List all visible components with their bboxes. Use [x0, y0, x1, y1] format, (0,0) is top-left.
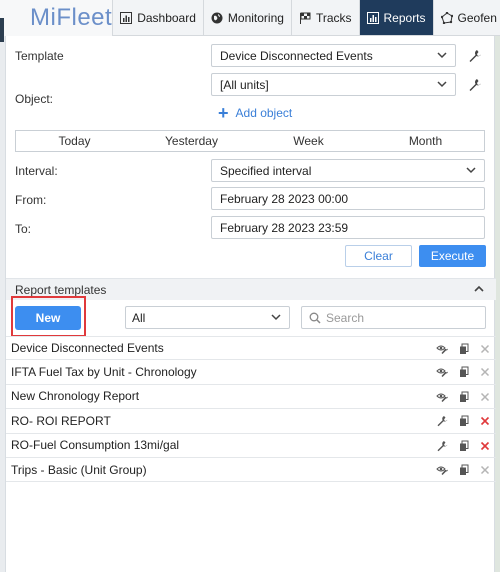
wrench-icon[interactable] — [468, 78, 482, 92]
copy-icon[interactable] — [458, 343, 470, 355]
template-list: Device Disconnected Events IFTA Fuel Tax … — [6, 336, 496, 483]
delete-icon[interactable] — [479, 391, 491, 403]
nav-reports[interactable]: Reports — [358, 0, 433, 35]
wrench-icon[interactable] — [436, 415, 448, 427]
to-label: To: — [15, 222, 32, 236]
chevron-up-icon[interactable] — [474, 285, 484, 293]
period-selector: Today Yesterday Week Month — [15, 130, 485, 152]
nav-reports-label: Reports — [383, 10, 426, 25]
nav-monitoring[interactable]: Monitoring — [202, 0, 291, 35]
top-navigation: MiFleet Dashboard Monitoring Tracks Repo… — [0, 0, 500, 42]
add-object-link[interactable]: + Add object — [218, 104, 292, 122]
template-filter-value: All — [132, 310, 146, 325]
template-filter-select[interactable]: All — [125, 306, 290, 329]
delete-icon[interactable] — [479, 415, 491, 427]
object-label: Object: — [15, 92, 54, 106]
to-date-value: February 28 2023 23:59 — [220, 220, 349, 235]
chevron-down-icon — [437, 52, 447, 59]
interval-select-value: Specified interval — [220, 163, 312, 178]
template-list-item[interactable]: RO- ROI REPORT — [6, 409, 496, 434]
edit-view-icon[interactable] — [436, 464, 448, 476]
copy-icon[interactable] — [458, 464, 470, 476]
period-month[interactable]: Month — [367, 131, 484, 151]
nav-tracks[interactable]: Tracks — [290, 0, 359, 35]
template-list-item[interactable]: Trips - Basic (Unit Group) — [6, 458, 496, 483]
delete-icon[interactable] — [479, 464, 491, 476]
nav-dashboard-label: Dashboard — [137, 10, 196, 25]
from-date-value: February 28 2023 00:00 — [220, 191, 349, 206]
report-templates-title: Report templates — [15, 282, 107, 297]
object-select[interactable]: [All units] — [211, 73, 456, 96]
globe-icon — [211, 12, 223, 23]
from-label: From: — [15, 193, 47, 207]
template-list-item[interactable]: IFTA Fuel Tax by Unit - Chronology — [6, 360, 496, 385]
nav-tracks-label: Tracks — [315, 10, 352, 25]
report-icon — [366, 11, 379, 24]
copy-icon[interactable] — [458, 366, 470, 378]
template-label: Template — [15, 49, 64, 63]
copy-icon[interactable] — [458, 391, 470, 403]
template-item-name: Device Disconnected Events — [11, 341, 164, 356]
nav-monitoring-label: Monitoring — [227, 10, 284, 25]
from-date-input[interactable]: February 28 2023 00:00 — [211, 187, 485, 210]
chevron-down-icon — [437, 81, 447, 88]
plus-icon: + — [218, 103, 229, 123]
wrench-icon[interactable] — [436, 440, 448, 452]
search-icon — [309, 312, 321, 324]
delete-icon[interactable] — [479, 343, 491, 355]
template-item-name: Trips - Basic (Unit Group) — [11, 462, 147, 477]
template-select-value: Device Disconnected Events — [220, 48, 373, 63]
delete-icon[interactable] — [479, 366, 491, 378]
interval-select[interactable]: Specified interval — [211, 159, 485, 182]
template-item-name: New Chronology Report — [11, 389, 140, 404]
bar-chart-icon — [120, 11, 133, 24]
nav-geofences[interactable]: Geofen — [432, 0, 500, 35]
logo[interactable]: MiFleet — [0, 0, 113, 36]
copy-icon[interactable] — [458, 440, 470, 452]
interval-label: Interval: — [15, 164, 58, 178]
logo-edge — [0, 18, 4, 42]
chevron-down-icon — [466, 167, 476, 174]
template-item-name: RO- ROI REPORT — [11, 413, 111, 428]
delete-icon[interactable] — [479, 440, 491, 452]
copy-icon[interactable] — [458, 415, 470, 427]
chevron-down-icon — [271, 314, 281, 321]
period-today[interactable]: Today — [16, 131, 133, 151]
template-list-item[interactable]: Device Disconnected Events — [6, 336, 496, 361]
period-yesterday[interactable]: Yesterday — [133, 131, 250, 151]
edit-view-icon[interactable] — [436, 343, 448, 355]
nav-dashboard[interactable]: Dashboard — [112, 0, 203, 35]
template-search-placeholder: Search — [326, 310, 365, 325]
to-date-input[interactable]: February 28 2023 23:59 — [211, 216, 485, 239]
object-select-value: [All units] — [220, 77, 269, 92]
add-object-label: Add object — [235, 106, 293, 120]
period-week[interactable]: Week — [250, 131, 367, 151]
edit-view-icon[interactable] — [436, 366, 448, 378]
geofence-icon — [440, 11, 453, 24]
reports-panel: Template Device Disconnected Events Obje… — [5, 36, 496, 572]
template-search-input[interactable]: Search — [301, 306, 486, 329]
template-item-name: IFTA Fuel Tax by Unit - Chronology — [11, 365, 197, 380]
execute-button[interactable]: Execute — [419, 245, 486, 267]
map-background — [495, 36, 500, 572]
new-template-button[interactable]: New — [15, 306, 81, 330]
template-select[interactable]: Device Disconnected Events — [211, 44, 456, 67]
flag-icon — [299, 12, 311, 24]
clear-button[interactable]: Clear — [345, 245, 412, 267]
template-list-item[interactable]: RO-Fuel Consumption 13mi/gal — [6, 434, 496, 458]
edit-view-icon[interactable] — [436, 391, 448, 403]
nav-geofences-label: Geofen — [457, 10, 497, 25]
template-item-name: RO-Fuel Consumption 13mi/gal — [11, 438, 180, 453]
logo-text: MiFleet — [30, 4, 113, 31]
template-list-item[interactable]: New Chronology Report — [6, 385, 496, 410]
wrench-icon[interactable] — [468, 49, 482, 63]
